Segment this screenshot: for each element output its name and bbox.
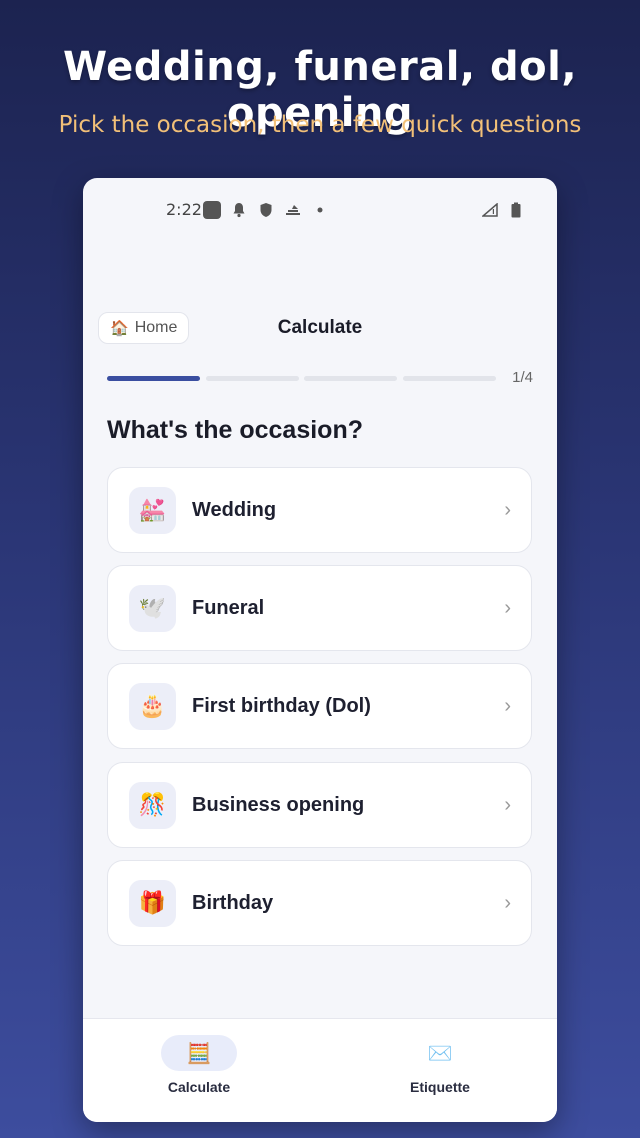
abacus-icon: 🧮 (161, 1035, 237, 1071)
chevron-right-icon: › (504, 498, 511, 521)
step-progress: 1/4 (107, 369, 533, 388)
question-title: What's the occasion? (107, 416, 363, 444)
progress-segment-1 (107, 376, 200, 381)
shield-icon (257, 201, 275, 219)
option-birthday[interactable]: 🎁 Birthday › (107, 860, 532, 946)
option-label: Wedding (192, 498, 277, 521)
envelope-icon: ✉️ (427, 1042, 453, 1065)
top-bar: 🏠 Home Calculate (83, 312, 557, 346)
option-label: First birthday (Dol) (192, 694, 371, 717)
option-wedding[interactable]: 💒 Wedding › (107, 467, 532, 553)
sim-icon (284, 201, 302, 219)
battery-icon (507, 201, 525, 219)
option-first-birthday[interactable]: 🎂 First birthday (Dol) › (107, 663, 532, 749)
phone-screen: 2:22 🏠 Home Calculate 1/4 What's the occ… (83, 178, 557, 1122)
house-icon: 🏠 (110, 320, 129, 337)
chevron-right-icon: › (504, 694, 511, 717)
option-label: Funeral (192, 596, 265, 619)
chevron-right-icon: › (504, 596, 511, 619)
option-funeral[interactable]: 🕊️ Funeral › (107, 565, 532, 651)
gift-icon: 🎁 (129, 879, 176, 927)
progress-segment-3 (304, 376, 397, 381)
birthday-cake-icon: 🎂 (129, 682, 176, 730)
progress-label: 1/4 (512, 369, 533, 386)
dove-icon: 🕊️ (129, 584, 176, 632)
promo-subhead: Pick the occasion, then a few quick ques… (58, 112, 582, 138)
home-button[interactable]: 🏠 Home (98, 312, 190, 344)
progress-segment-2 (206, 376, 299, 381)
nav-tab-label: Etiquette (410, 1079, 470, 1095)
option-business-opening[interactable]: 🎊 Business opening › (107, 762, 532, 848)
status-time: 2:22 (166, 200, 202, 219)
signal-icon (481, 201, 499, 219)
nav-tab-etiquette[interactable]: ✉️ Etiquette (365, 1035, 515, 1096)
confetti-ball-icon: 🎊 (129, 781, 176, 829)
wedding-chapel-icon: 💒 (129, 486, 176, 534)
bell-icon (230, 201, 248, 219)
bottom-nav: 🧮 Calculate ✉️ Etiquette (83, 1018, 557, 1122)
home-label: Home (134, 319, 178, 336)
option-label: Birthday (192, 891, 274, 914)
status-bar: 2:22 (83, 198, 557, 222)
chevron-right-icon: › (504, 891, 511, 914)
nav-tab-label: Calculate (167, 1079, 231, 1095)
progress-segment-4 (403, 376, 496, 381)
nav-tab-calculate[interactable]: 🧮 Calculate (124, 1035, 274, 1095)
chevron-right-icon: › (504, 793, 511, 816)
option-label: Business opening (192, 793, 365, 816)
app-square-icon (203, 201, 221, 219)
dot-icon (311, 201, 329, 219)
